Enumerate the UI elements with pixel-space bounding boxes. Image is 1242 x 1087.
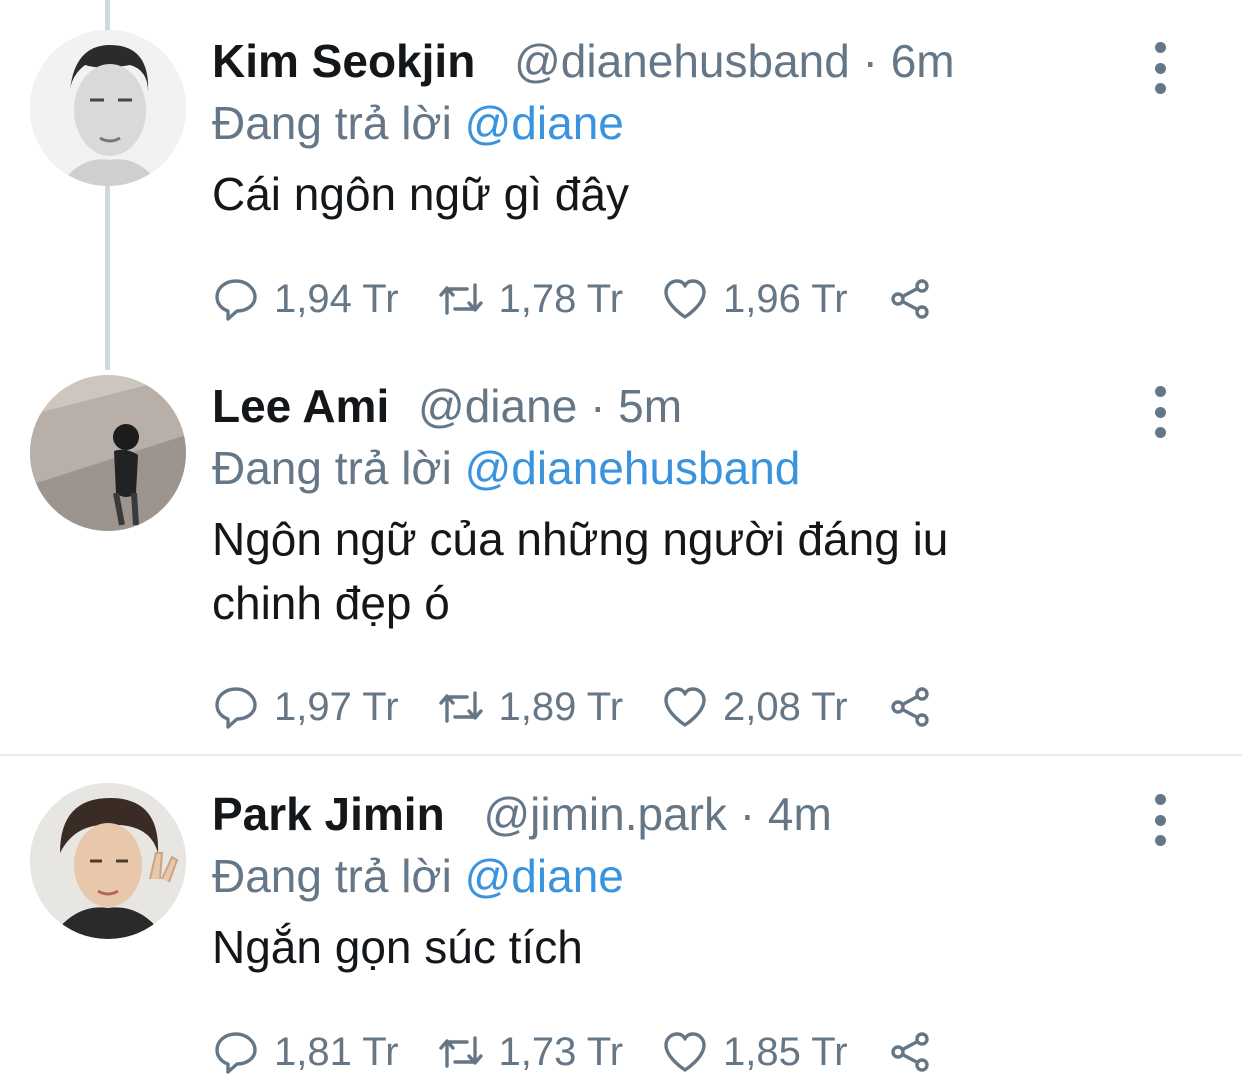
retweet-icon <box>438 1036 483 1068</box>
user-handle[interactable]: @diane <box>418 380 577 432</box>
more-options-icon <box>1154 386 1166 397</box>
reply-button[interactable]: 1,94 Tr <box>212 275 399 323</box>
tweet-text: Cái ngôn ngữ gì đây <box>212 168 629 220</box>
avatar-image <box>30 783 186 939</box>
reply-mention-link[interactable]: @diane <box>465 850 624 902</box>
tweet[interactable]: Kim Seokjin @dianehusband · 6m Đang trả … <box>0 0 1242 355</box>
avatar-image <box>30 375 186 531</box>
heart-icon <box>664 687 706 727</box>
retweet-count: 1,78 Tr <box>498 276 624 321</box>
display-name[interactable]: Kim Seokjin <box>212 35 475 87</box>
avatar[interactable] <box>30 375 186 531</box>
reply-count: 1,94 Tr <box>274 276 399 321</box>
display-name[interactable]: Park Jimin <box>212 788 445 840</box>
avatar-image <box>30 30 186 186</box>
heart-icon <box>664 1032 706 1072</box>
display-name[interactable]: Lee Ami <box>212 380 389 432</box>
reply-icon <box>215 1032 257 1074</box>
like-button[interactable]: 2,08 Tr <box>661 683 848 731</box>
tweet[interactable]: Park Jimin @jimin.park · 4m Đang trả lời… <box>0 756 1242 1087</box>
tweet-actions: 1,94 Tr 1,78 Tr 1,96 Tr <box>212 269 986 329</box>
share-icon <box>890 279 929 319</box>
timestamp: · 5m <box>590 380 683 432</box>
more-options-icon <box>1154 42 1166 53</box>
tweet-actions: 1,81 Tr 1,73 Tr 1,85 Tr <box>212 1022 986 1082</box>
tweet-text: Ngắn gọn súc tích <box>212 921 583 973</box>
heart-icon <box>664 279 706 319</box>
tweet-actions: 1,97 Tr 1,89 Tr 2,08 Tr <box>212 677 986 737</box>
timestamp: · 6m <box>862 35 955 87</box>
share-icon <box>890 1032 929 1072</box>
share-icon <box>890 687 929 727</box>
tweet[interactable]: Lee Ami @diane · 5m Đang trả lời @dianeh… <box>0 370 1242 755</box>
more-options-icon <box>1154 794 1166 805</box>
retweet-count: 1,73 Tr <box>498 1029 624 1074</box>
share-button[interactable] <box>886 275 948 323</box>
replying-to-line: Đang trả lời @diane <box>212 92 1202 154</box>
avatar[interactable] <box>30 30 186 186</box>
replying-to-label: Đang trả lời <box>212 97 452 149</box>
replying-to-line: Đang trả lời @diane <box>212 845 1202 907</box>
replying-to-label: Đang trả lời <box>212 850 452 902</box>
tweet-text-line: chinh đẹp ó <box>212 577 450 629</box>
user-handle[interactable]: @jimin.park <box>483 788 727 840</box>
like-count: 1,96 Tr <box>723 276 848 321</box>
timestamp: · 4m <box>739 788 832 840</box>
share-button[interactable] <box>886 1028 948 1076</box>
more-options-button[interactable] <box>1140 794 1180 846</box>
reply-mention-link[interactable]: @dianehusband <box>465 442 801 494</box>
reply-count: 1,81 Tr <box>274 1029 399 1074</box>
like-count: 1,85 Tr <box>723 1029 848 1074</box>
like-count: 2,08 Tr <box>723 684 848 729</box>
replying-to-line: Đang trả lời @dianehusband <box>212 437 1202 499</box>
reply-mention-link[interactable]: @diane <box>465 97 624 149</box>
reply-icon <box>215 687 257 729</box>
reply-count: 1,97 Tr <box>274 684 399 729</box>
retweet-button[interactable]: 1,89 Tr <box>437 683 624 731</box>
avatar[interactable] <box>30 783 186 939</box>
more-options-button[interactable] <box>1140 386 1180 438</box>
replying-to-label: Đang trả lời <box>212 442 452 494</box>
retweet-button[interactable]: 1,78 Tr <box>437 275 624 323</box>
share-button[interactable] <box>886 683 948 731</box>
retweet-count: 1,89 Tr <box>498 684 624 729</box>
reply-button[interactable]: 1,97 Tr <box>212 683 399 731</box>
reply-icon <box>215 279 257 321</box>
user-handle[interactable]: @dianehusband <box>514 35 850 87</box>
retweet-icon <box>438 691 483 723</box>
like-button[interactable]: 1,85 Tr <box>661 1028 848 1076</box>
reply-button[interactable]: 1,81 Tr <box>212 1028 399 1076</box>
like-button[interactable]: 1,96 Tr <box>661 275 848 323</box>
retweet-icon <box>438 283 483 315</box>
retweet-button[interactable]: 1,73 Tr <box>437 1028 624 1076</box>
tweet-text-line: Ngôn ngữ của những người đáng iu <box>212 513 949 565</box>
tweet-text: Ngôn ngữ của những người đáng iu chinh đ… <box>212 507 1202 635</box>
more-options-button[interactable] <box>1140 42 1180 94</box>
